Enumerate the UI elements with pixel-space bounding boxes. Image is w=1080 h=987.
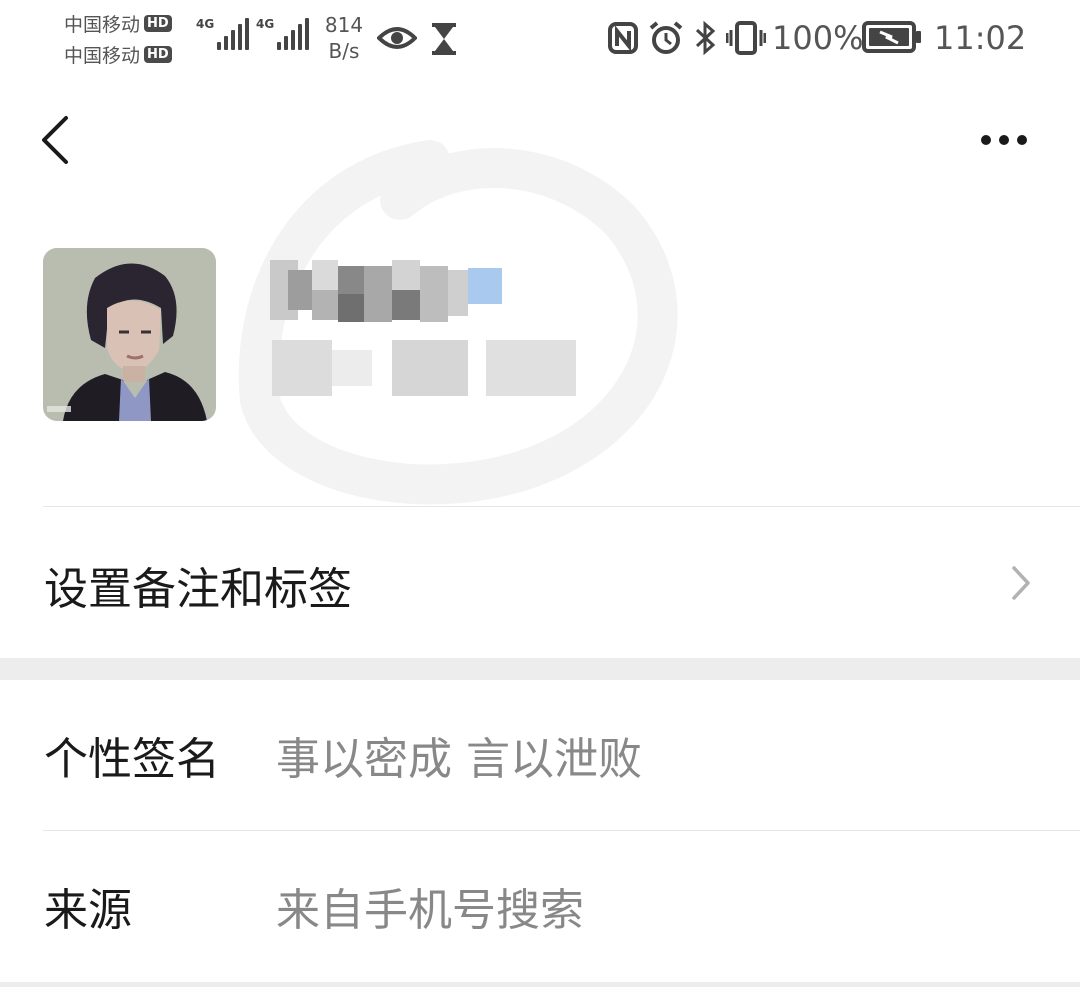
signal-strength-icon-1: 4G bbox=[196, 18, 252, 50]
eye-icon bbox=[377, 27, 417, 49]
source-value: 来自手机号搜索 bbox=[276, 885, 584, 936]
bluetooth-icon bbox=[695, 20, 716, 56]
nfc-icon bbox=[608, 22, 638, 54]
status-bar: 中国移动 HD 中国移动 HD 4G 4G 814 B/s 100% 11:02 bbox=[0, 0, 1080, 80]
more-horizontal-icon bbox=[981, 135, 1027, 145]
alarm-icon bbox=[649, 21, 683, 54]
section-separator bbox=[0, 658, 1080, 680]
avatar[interactable] bbox=[43, 248, 216, 421]
contact-profile-screen: 中国移动 HD 中国移动 HD 4G 4G 814 B/s 100% 11:02… bbox=[0, 0, 1080, 987]
signature-row: 个性签名 事以密成 言以泄败 bbox=[0, 680, 1080, 830]
set-remark-label: 设置备注和标签 bbox=[44, 564, 352, 615]
network-speed-value: 814 bbox=[324, 13, 364, 37]
chevron-right-icon bbox=[1012, 566, 1030, 600]
chevron-left-icon bbox=[42, 116, 68, 164]
back-button[interactable] bbox=[28, 108, 84, 172]
network-speed-unit: B/s bbox=[328, 39, 360, 63]
network-speed: 814 B/s bbox=[320, 12, 368, 64]
signature-key: 个性签名 bbox=[44, 734, 220, 785]
carrier-name-2: 中国移动 bbox=[64, 45, 141, 67]
hourglass-icon bbox=[432, 23, 456, 55]
signature-value: 事以密成 言以泄败 bbox=[276, 734, 642, 785]
source-row: 来源 来自手机号搜索 bbox=[0, 831, 1080, 981]
carrier-info: 中国移动 HD 中国移动 HD bbox=[64, 8, 172, 70]
divider bbox=[43, 506, 1080, 507]
more-options-button[interactable] bbox=[970, 118, 1042, 162]
section-separator-bottom bbox=[0, 982, 1080, 987]
avatar-photo bbox=[43, 248, 216, 421]
battery-charging-icon bbox=[862, 21, 921, 53]
redaction-scribble bbox=[238, 140, 678, 505]
source-key: 来源 bbox=[44, 885, 132, 936]
carrier-name-1: 中国移动 bbox=[64, 14, 141, 36]
hd-badge-1: HD bbox=[144, 15, 172, 32]
hd-badge-2: HD bbox=[144, 46, 172, 63]
vibrate-icon bbox=[726, 21, 766, 55]
battery-percent: 100% bbox=[772, 19, 864, 57]
clock-time: 11:02 bbox=[934, 19, 1027, 57]
set-remark-and-tags-row[interactable]: 设置备注和标签 bbox=[0, 508, 1080, 658]
signal-strength-icon-2: 4G bbox=[256, 18, 312, 50]
